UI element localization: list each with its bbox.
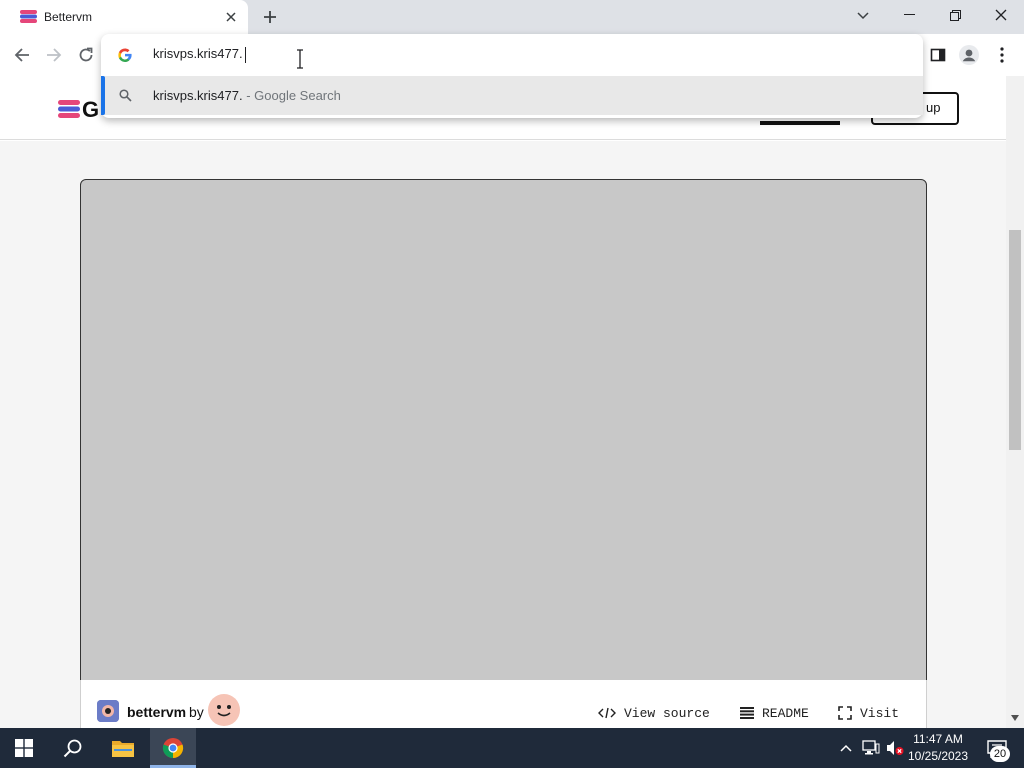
back-icon[interactable]: [9, 42, 35, 68]
volume-muted-icon[interactable]: [884, 738, 906, 758]
window-minimize-button[interactable]: [886, 0, 932, 30]
google-g-icon: [118, 48, 132, 62]
app-name[interactable]: bettervm: [127, 704, 186, 720]
side-panel-icon[interactable]: [926, 43, 950, 67]
taskbar-search-icon[interactable]: [50, 728, 96, 768]
browser-tab[interactable]: [0, 0, 248, 34]
author-avatar[interactable]: [208, 694, 240, 726]
tray-overflow-chevron-icon[interactable]: [836, 738, 856, 758]
windows-start-icon[interactable]: [0, 728, 48, 768]
site-brand-text[interactable]: G: [82, 97, 99, 123]
window-close-button[interactable]: [978, 0, 1024, 30]
omnibox-input-text[interactable]: krisvps.kris477.: [153, 46, 243, 61]
tab-close-icon[interactable]: [222, 8, 240, 26]
network-icon[interactable]: [860, 738, 882, 758]
forward-icon[interactable]: [41, 42, 67, 68]
bettervm-favicon-icon: [20, 10, 37, 23]
app-preview-frame[interactable]: [80, 179, 927, 681]
visit-label: Visit: [860, 705, 900, 721]
signup-button-label: up: [926, 100, 941, 115]
site-logo-icon[interactable]: [58, 100, 80, 118]
suggestion-hint: - Google Search: [246, 88, 341, 103]
new-tab-button[interactable]: [258, 6, 282, 28]
window-restore-button[interactable]: [932, 0, 978, 30]
menu-icon[interactable]: [990, 43, 1014, 67]
app-icon: [97, 700, 119, 722]
profile-icon[interactable]: [957, 43, 981, 67]
readme-link[interactable]: README: [740, 704, 809, 722]
app-by-label: by: [189, 704, 204, 720]
search-icon: [119, 89, 132, 102]
text-caret: [245, 47, 246, 63]
view-source-label: View source: [624, 705, 710, 721]
list-icon: [740, 707, 754, 719]
suggestion-text: krisvps.kris477. - Google Search: [153, 88, 341, 103]
login-button-edge[interactable]: [760, 121, 840, 125]
code-icon: [598, 707, 616, 719]
visit-link[interactable]: Visit: [838, 704, 899, 722]
taskbar-clock-date[interactable]: 10/25/2023: [906, 749, 970, 763]
scrollbar-thumb[interactable]: [1009, 230, 1021, 450]
readme-label: README: [762, 705, 809, 721]
suggestion-query: krisvps.kris477.: [153, 88, 243, 103]
chrome-icon[interactable]: [150, 728, 196, 768]
tab-title: Bettervm: [44, 10, 93, 24]
scroll-down-arrow-icon[interactable]: [1010, 714, 1020, 722]
suggestion-selection-indicator: [101, 76, 105, 115]
notification-count-badge: 20: [990, 746, 1010, 762]
tab-search-chevron-icon[interactable]: [850, 6, 876, 26]
reload-icon[interactable]: [73, 42, 99, 68]
taskbar-clock-time[interactable]: 11:47 AM: [906, 732, 970, 746]
fullscreen-icon: [838, 706, 852, 720]
view-source-link[interactable]: View source: [598, 704, 710, 722]
text-cursor-icon: [297, 49, 303, 69]
file-explorer-icon[interactable]: [100, 728, 146, 768]
